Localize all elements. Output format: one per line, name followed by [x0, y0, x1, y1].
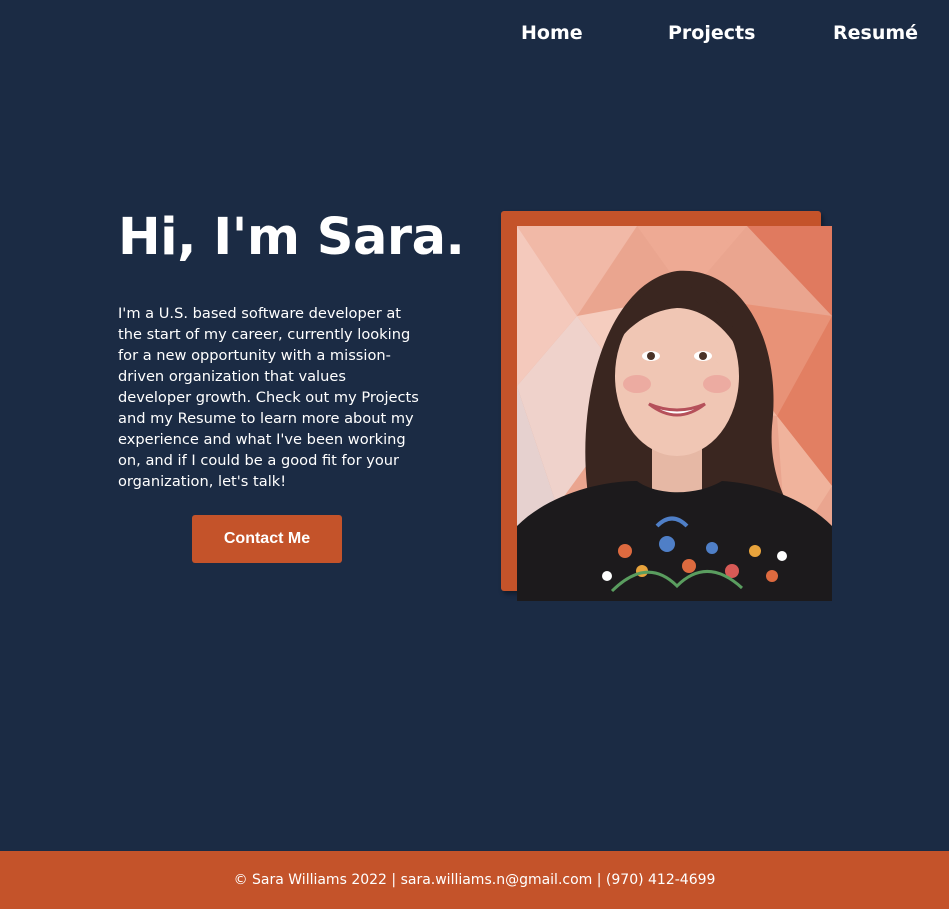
nav-link-projects[interactable]: Projects	[668, 22, 755, 44]
nav-link-resume[interactable]: Resumé	[833, 22, 918, 44]
footer: © Sara Williams 2022 | sara.williams.n@g…	[0, 851, 949, 909]
main-nav: Home Projects Resumé	[0, 22, 949, 50]
contact-me-button[interactable]: Contact Me	[192, 515, 342, 563]
footer-text: © Sara Williams 2022 | sara.williams.n@g…	[233, 872, 716, 888]
hero-bio: I'm a U.S. based software developer at t…	[118, 305, 419, 490]
nav-link-home[interactable]: Home	[521, 22, 583, 44]
profile-photo	[517, 226, 832, 601]
hero-title: Hi, I'm Sara.	[118, 208, 465, 267]
